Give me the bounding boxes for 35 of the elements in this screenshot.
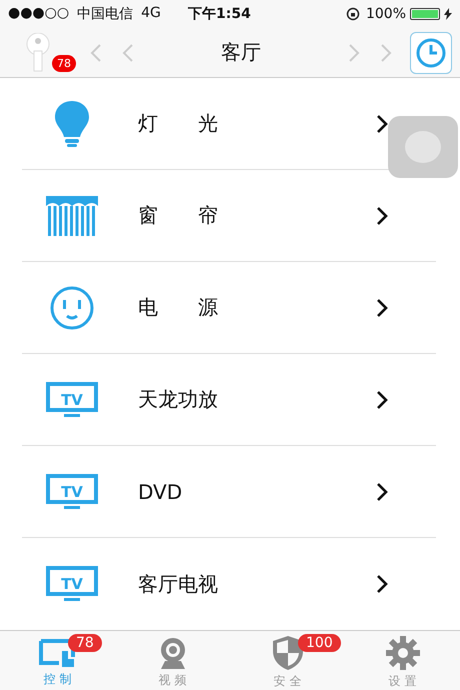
touch-screen-icon [38,637,78,669]
device-name[interactable]: DVD [138,480,376,504]
device-name[interactable]: 电 源 [138,294,376,321]
signal-strength: ●●●○○ [8,5,70,23]
chevron-right-icon [376,574,388,594]
chevron-right-icon [376,298,388,318]
tab-item[interactable]: 安 全 100 [230,631,345,690]
key-icon[interactable] [24,32,52,72]
device-name[interactable]: 窗 帘 [138,202,376,229]
curtain-icon [46,196,98,236]
device-name[interactable]: 天龙功放 [138,386,376,413]
chevron-right-icon [376,114,388,134]
power-socket-icon [49,284,95,330]
clock-button[interactable] [410,32,452,74]
clock-time: 下午1:54 [188,5,252,23]
charging-icon [444,8,452,20]
chevron-right-icon [376,390,388,410]
shield-icon [270,635,304,671]
notification-badge: 78 [52,54,76,72]
network-type: 4G [141,5,161,23]
battery-percent: 100% [366,6,406,22]
page-title: 客厅 [220,39,262,66]
light-bulb-icon [53,100,91,148]
device-name[interactable]: 灯 光 [138,110,376,137]
settings-icon [384,635,420,671]
chevron-right-icon [376,206,388,226]
battery-icon [410,8,440,20]
tab-item[interactable]: 控 制 78 [0,631,115,690]
device-name[interactable]: 客厅电视 [138,570,376,598]
chevron-right-icon [376,482,388,502]
rotation-lock-icon [346,7,362,21]
carrier-name: 中国电信 [77,5,134,23]
notification-badge: 100 [298,634,341,652]
notification-badge: 78 [68,634,102,652]
assistive-touch-button[interactable] [388,116,458,178]
